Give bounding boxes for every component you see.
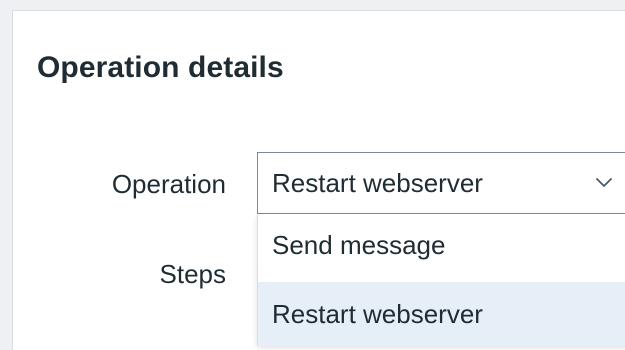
operation-select[interactable]: Restart webserver xyxy=(257,152,625,214)
option-restart-webserver[interactable]: Restart webserver xyxy=(258,282,625,346)
operation-select-value: Restart webserver xyxy=(272,167,483,198)
operation-label: Operation xyxy=(111,169,226,199)
section-title: Operation details xyxy=(37,51,284,84)
option-send-message[interactable]: Send message xyxy=(258,214,625,282)
operation-dropdown-list: Send message Restart webserver xyxy=(257,214,625,346)
chevron-down-icon[interactable] xyxy=(594,173,614,193)
steps-label: Steps xyxy=(159,259,227,289)
operation-details-panel: Operation details Operation Restart webs… xyxy=(12,10,625,350)
